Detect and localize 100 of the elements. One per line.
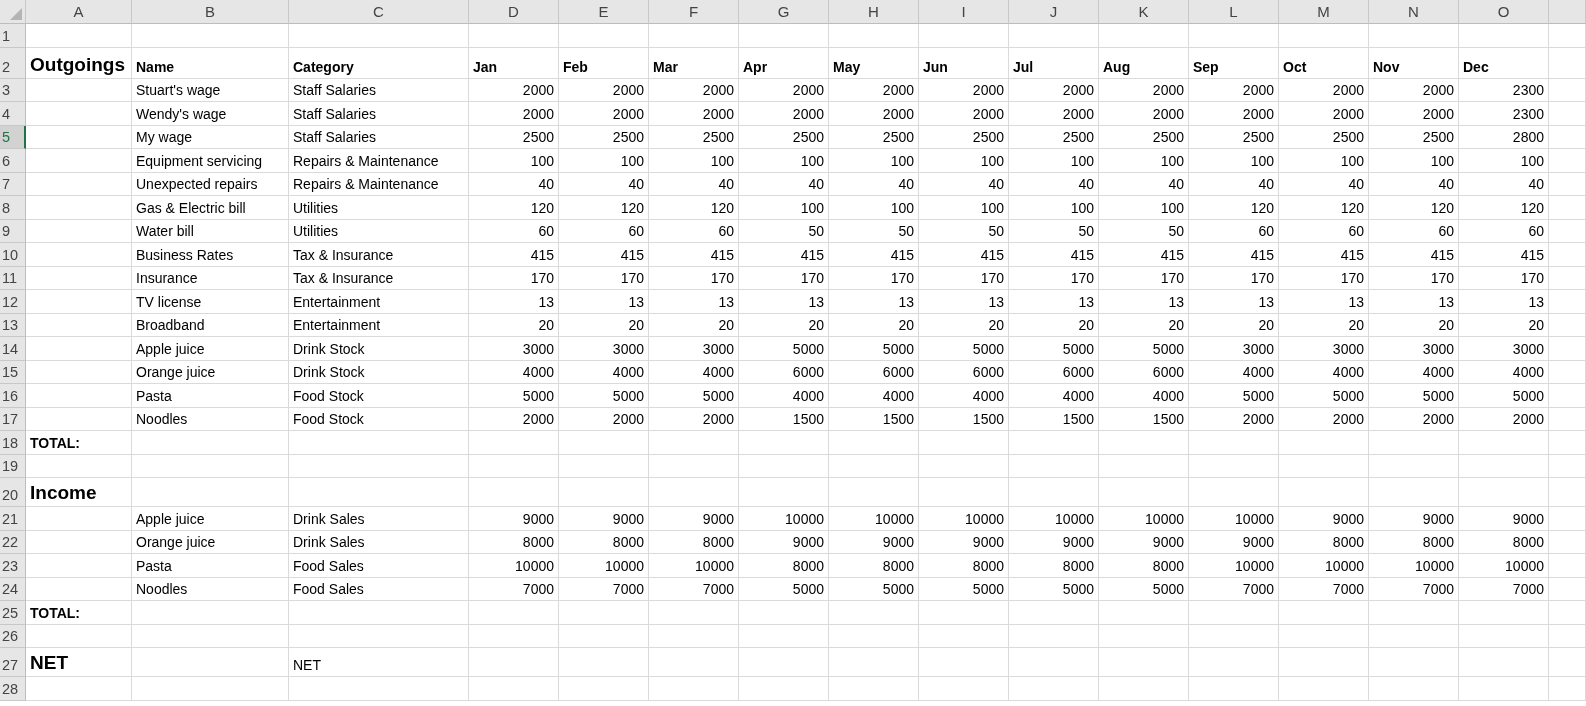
table-cell: 13 [1099, 290, 1189, 314]
row-header[interactable]: 25 [0, 601, 26, 625]
table-cell: Business Rates [132, 243, 289, 267]
table-cell: 8000 [559, 530, 649, 554]
row-header[interactable]: 19 [0, 454, 26, 478]
table-cell: 5000 [1279, 384, 1369, 408]
table-cell: 2500 [1369, 125, 1459, 149]
row-header[interactable]: 1 [0, 24, 26, 48]
table-cell: 3000 [1189, 337, 1279, 361]
column-header[interactable]: L [1189, 0, 1279, 24]
table-cell: 2000 [469, 78, 559, 102]
row-header[interactable]: 15 [0, 360, 26, 384]
row-header[interactable]: 24 [0, 577, 26, 601]
row-header[interactable]: 7 [0, 172, 26, 196]
table-cell: 100 [1099, 196, 1189, 220]
table-cell: 9000 [1009, 530, 1099, 554]
month-title: May [829, 47, 919, 79]
empty-cell [1549, 125, 1586, 149]
table-cell: Staff Salaries [289, 125, 469, 149]
column-header[interactable]: F [649, 0, 739, 24]
table-cell: 40 [829, 172, 919, 196]
column-header[interactable]: H [829, 0, 919, 24]
empty-cell [1549, 243, 1586, 267]
row-header[interactable]: 12 [0, 290, 26, 314]
column-title: Category [289, 47, 469, 79]
table-cell: 415 [559, 243, 649, 267]
column-header[interactable]: A [26, 0, 132, 24]
row-header[interactable]: 16 [0, 384, 26, 408]
table-cell: 2000 [649, 407, 739, 431]
select-all-icon[interactable] [10, 8, 22, 20]
row-header[interactable]: 23 [0, 554, 26, 578]
row-header[interactable]: 8 [0, 196, 26, 220]
row-header[interactable]: 21 [0, 507, 26, 531]
table-cell: 120 [469, 196, 559, 220]
table-cell: 50 [1009, 219, 1099, 243]
row-header[interactable]: 13 [0, 313, 26, 337]
table-cell: 20 [649, 313, 739, 337]
row-header[interactable]: 28 [0, 677, 26, 701]
table-cell: 4000 [1369, 360, 1459, 384]
row-header[interactable]: 5 [0, 125, 26, 149]
table-cell: 2500 [469, 125, 559, 149]
table-cell: Entertainment [289, 290, 469, 314]
table-cell: 8000 [1009, 554, 1099, 578]
column-header[interactable]: O [1459, 0, 1549, 24]
table-cell: 40 [1009, 172, 1099, 196]
column-header[interactable]: M [1279, 0, 1369, 24]
row-header[interactable]: 9 [0, 219, 26, 243]
column-header[interactable]: I [919, 0, 1009, 24]
row-header[interactable]: 27 [0, 648, 26, 677]
table-cell: 4000 [559, 360, 649, 384]
column-header[interactable]: K [1099, 0, 1189, 24]
table-cell: 415 [649, 243, 739, 267]
table-cell: 2000 [559, 102, 649, 126]
column-header[interactable]: N [1369, 0, 1459, 24]
column-header[interactable]: B [132, 0, 289, 24]
row-header[interactable]: 14 [0, 337, 26, 361]
row-header[interactable]: 2 [0, 47, 26, 79]
row-header[interactable]: 4 [0, 102, 26, 126]
row-header[interactable]: 10 [0, 243, 26, 267]
table-cell: Drink Sales [289, 530, 469, 554]
table-cell: 60 [1189, 219, 1279, 243]
table-cell: 2000 [559, 78, 649, 102]
table-cell: 10000 [649, 554, 739, 578]
row-header[interactable]: 6 [0, 149, 26, 173]
month-title: Oct [1279, 47, 1369, 79]
table-cell: 13 [469, 290, 559, 314]
empty-cell [1549, 196, 1586, 220]
column-header[interactable]: E [559, 0, 649, 24]
empty-cell [1549, 172, 1586, 196]
table-cell: 4000 [739, 384, 829, 408]
column-header[interactable]: J [1009, 0, 1099, 24]
table-cell: 170 [559, 266, 649, 290]
table-cell: Entertainment [289, 313, 469, 337]
table-cell: 50 [739, 219, 829, 243]
row-header[interactable]: 11 [0, 266, 26, 290]
table-cell: 2000 [469, 407, 559, 431]
total-label: TOTAL: [26, 431, 132, 455]
column-header[interactable]: G [739, 0, 829, 24]
table-cell: Staff Salaries [289, 102, 469, 126]
table-cell: 5000 [919, 337, 1009, 361]
table-cell: 5000 [1099, 577, 1189, 601]
column-header[interactable]: D [469, 0, 559, 24]
table-cell: 40 [1189, 172, 1279, 196]
row-header[interactable]: 26 [0, 624, 26, 648]
table-cell: Orange juice [132, 360, 289, 384]
row-header[interactable]: 17 [0, 407, 26, 431]
table-cell: 60 [1459, 219, 1549, 243]
table-cell: Drink Stock [289, 360, 469, 384]
row-header[interactable]: 22 [0, 530, 26, 554]
table-cell: Utilities [289, 196, 469, 220]
row-header[interactable]: 3 [0, 78, 26, 102]
table-cell: 13 [1459, 290, 1549, 314]
column-header[interactable] [1549, 0, 1586, 24]
table-cell: 5000 [1459, 384, 1549, 408]
table-cell: 40 [559, 172, 649, 196]
column-header[interactable]: C [289, 0, 469, 24]
row-header[interactable]: 20 [0, 478, 26, 507]
table-cell: 2000 [1189, 78, 1279, 102]
empty-cell [1549, 478, 1586, 507]
row-header[interactable]: 18 [0, 431, 26, 455]
